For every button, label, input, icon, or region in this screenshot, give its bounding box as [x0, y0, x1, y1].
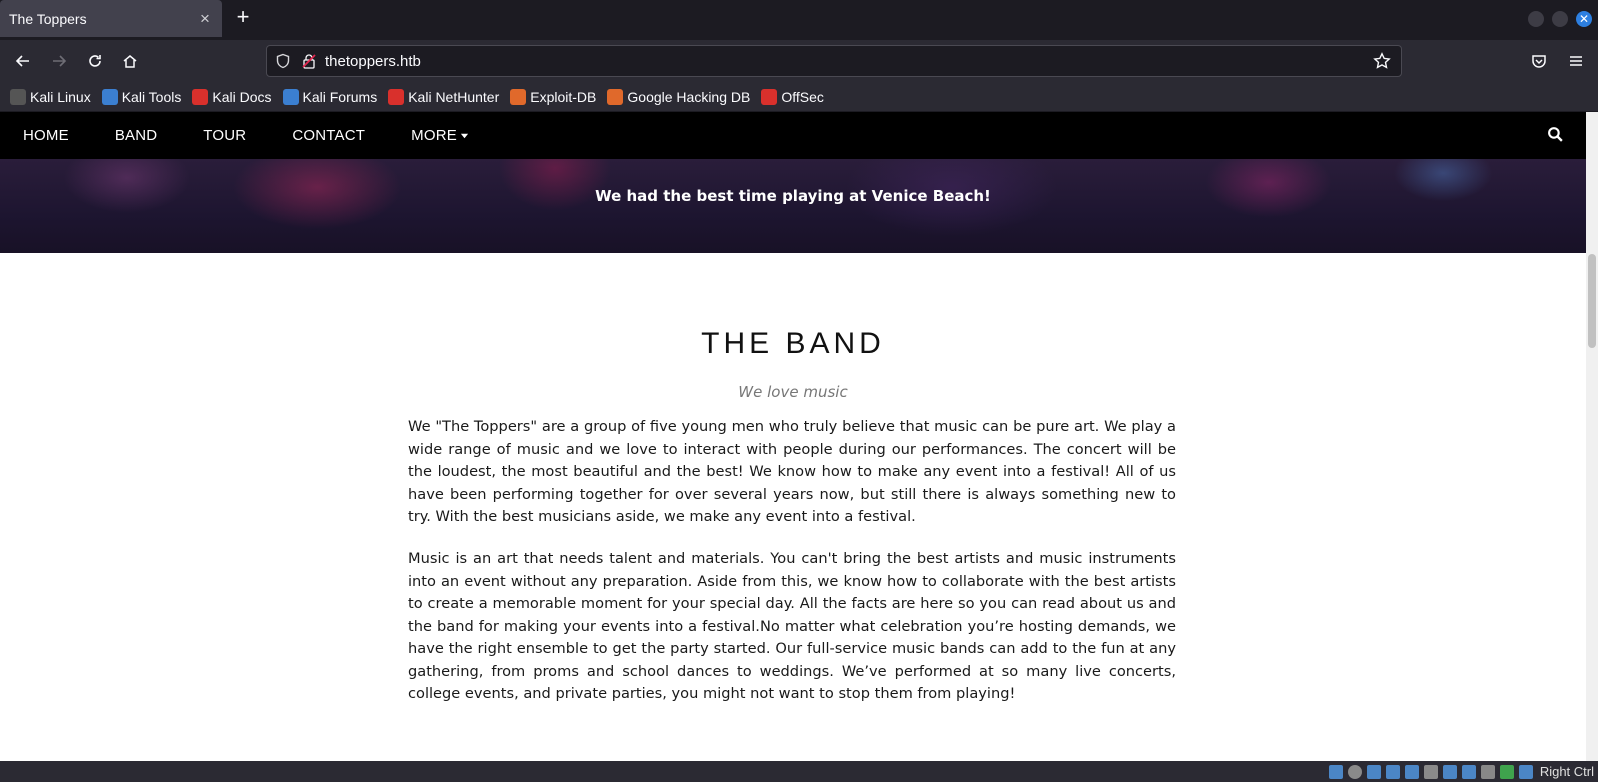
nav-link-home[interactable]: HOME	[0, 112, 92, 159]
band-section: THE BAND We love music We "The Toppers" …	[0, 253, 1586, 761]
kali-forums-icon	[282, 88, 299, 105]
search-icon[interactable]	[1547, 126, 1564, 143]
url-bar[interactable]: thetoppers.htb	[266, 45, 1402, 77]
bookmark-kali-forums[interactable]: Kali Forums	[282, 88, 378, 105]
back-button[interactable]	[10, 49, 36, 73]
nav-link-more[interactable]: MORE	[388, 112, 492, 159]
bookmark-label: Kali Docs	[212, 88, 272, 105]
kali-dragon-icon	[10, 88, 26, 105]
url-text[interactable]: thetoppers.htb	[325, 53, 421, 70]
tab-bar: The Toppers × + ✕	[0, 0, 1598, 40]
video-capture-icon[interactable]	[1461, 764, 1476, 779]
display-icon[interactable]	[1442, 764, 1457, 779]
page-scrollbar[interactable]	[1586, 112, 1598, 761]
new-tab-button[interactable]: +	[232, 6, 254, 29]
maximize-window-icon[interactable]	[1552, 11, 1568, 27]
caret-down-icon	[460, 133, 469, 139]
hero-caption: We had the best time playing at Venice B…	[595, 187, 991, 205]
optical-drive-icon[interactable]	[1347, 764, 1362, 779]
bookmark-label: Kali Linux	[30, 88, 91, 105]
bookmark-offsec[interactable]: OffSec	[761, 88, 824, 105]
vm-status-bar: Right Ctrl	[0, 761, 1598, 782]
exploit-db-icon	[510, 88, 527, 105]
bookmark-label: Kali Tools	[121, 88, 182, 105]
browser-navbar: thetoppers.htb	[0, 40, 1598, 82]
tab-title: The Toppers	[9, 10, 87, 27]
insecure-lock-icon[interactable]	[301, 53, 317, 69]
pocket-button[interactable]	[1526, 49, 1552, 73]
bookmark-google-hacking-db[interactable]: Google Hacking DB	[607, 88, 751, 105]
shield-icon[interactable]	[275, 53, 291, 69]
google-hacking-db-icon	[607, 88, 624, 105]
bookmarks-toolbar: Kali Linux Kali Tools Kali Docs Kali For…	[0, 82, 1598, 112]
nav-link-tour[interactable]: TOUR	[180, 112, 269, 159]
tab-close-icon[interactable]: ×	[194, 8, 216, 30]
bookmark-exploit-db[interactable]: Exploit-DB	[510, 88, 597, 105]
band-paragraph-2: Music is an art that needs talent and ma…	[408, 550, 1176, 702]
pocket-icon	[1532, 55, 1546, 68]
band-title: THE BAND	[701, 327, 885, 360]
home-icon	[123, 55, 137, 68]
audio-icon[interactable]	[1366, 764, 1381, 779]
mouse-integration-icon[interactable]	[1518, 764, 1533, 779]
scrollbar-thumb[interactable]	[1588, 254, 1596, 348]
usb-icon[interactable]	[1404, 764, 1419, 779]
page-viewport: HOME BAND TOUR CONTACT MORE We had the b…	[0, 112, 1598, 761]
back-arrow-icon	[15, 55, 29, 67]
cpu-icon[interactable]	[1480, 764, 1495, 779]
hamburger-menu-icon	[1570, 56, 1582, 66]
band-subtitle: We love music	[738, 383, 848, 401]
hero-image: We had the best time playing at Venice B…	[0, 159, 1586, 253]
nav-link-band[interactable]: BAND	[92, 112, 180, 159]
bookmark-label: Exploit-DB	[530, 88, 597, 105]
host-key-label: Right Ctrl	[1539, 764, 1594, 779]
network-icon[interactable]	[1385, 764, 1400, 779]
bookmark-label: Kali NetHunter	[408, 88, 500, 105]
bookmark-kali-linux[interactable]: Kali Linux	[10, 88, 91, 105]
bookmark-kali-tools[interactable]: Kali Tools	[101, 88, 182, 105]
home-button[interactable]	[117, 49, 143, 73]
bookmark-kali-docs[interactable]: Kali Docs	[192, 88, 272, 105]
disk-icon[interactable]	[1328, 764, 1343, 779]
nav-more-label: MORE	[411, 127, 457, 144]
kali-nethunter-icon	[388, 88, 405, 105]
guest-additions-icon[interactable]	[1499, 764, 1514, 779]
forward-button[interactable]	[46, 49, 72, 73]
offsec-icon	[761, 88, 778, 105]
band-paragraph-1: We "The Toppers" are a group of five you…	[408, 418, 1176, 525]
bookmark-kali-nethunter[interactable]: Kali NetHunter	[388, 88, 500, 105]
bookmark-label: Kali Forums	[302, 88, 378, 105]
bookmark-label: Google Hacking DB	[627, 88, 751, 105]
minimize-window-icon[interactable]	[1528, 11, 1544, 27]
forward-arrow-icon	[53, 55, 67, 67]
bookmark-label: OffSec	[781, 88, 824, 105]
close-window-icon[interactable]: ✕	[1576, 11, 1592, 27]
tab-the-toppers[interactable]: The Toppers ×	[0, 0, 222, 37]
kali-tools-icon	[101, 88, 118, 105]
bookmark-star-icon[interactable]	[1373, 52, 1391, 70]
reload-icon	[89, 55, 101, 67]
reload-button[interactable]	[82, 49, 108, 73]
shared-folder-icon[interactable]	[1423, 764, 1438, 779]
kali-docs-icon	[192, 88, 209, 105]
site-navigation: HOME BAND TOUR CONTACT MORE	[0, 112, 1586, 159]
app-menu-button[interactable]	[1563, 49, 1589, 73]
nav-link-contact[interactable]: CONTACT	[269, 112, 388, 159]
